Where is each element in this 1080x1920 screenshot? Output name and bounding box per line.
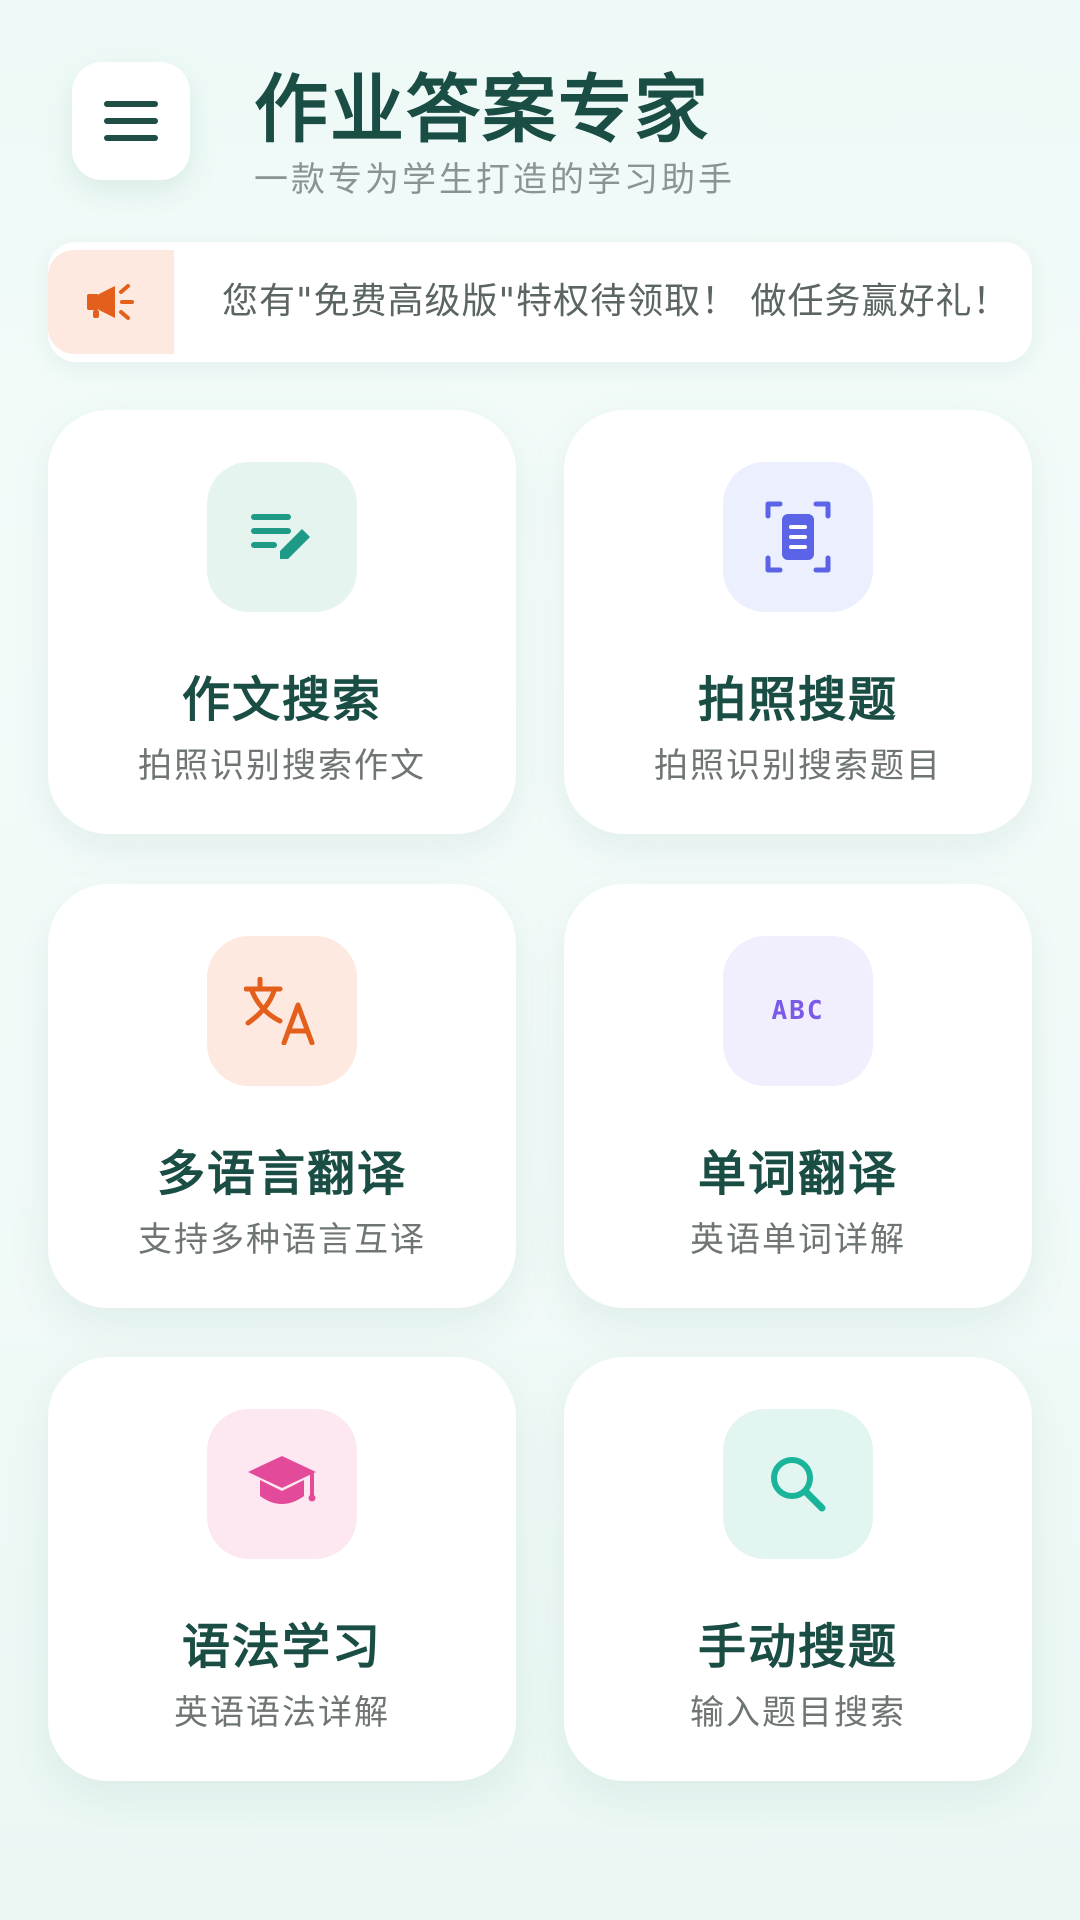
card-description: 英语单词详解 xyxy=(690,1220,906,1260)
card-title: 手动搜题 xyxy=(697,1619,898,1675)
essay-search-card[interactable]: 作文搜索 拍照识别搜索作文 xyxy=(48,410,516,834)
menu-icon xyxy=(104,101,158,141)
graduation-cap-icon xyxy=(248,1456,316,1504)
card-description: 英语语法详解 xyxy=(174,1693,390,1733)
translate-icon-container xyxy=(207,936,357,1086)
app-subtitle: 一款专为学生打造的学习助手 xyxy=(254,160,735,200)
card-title: 单词翻译 xyxy=(697,1146,898,1202)
essay-search-icon-container xyxy=(207,462,357,612)
card-description: 拍照识别搜索作文 xyxy=(138,746,426,786)
search-icon-container xyxy=(723,1409,873,1559)
card-description: 输入题目搜索 xyxy=(690,1693,906,1733)
notice-bar[interactable]: 您有"免费高级版"特权待领取！ 做任务赢好礼！ xyxy=(48,242,1032,362)
essay-edit-icon xyxy=(251,514,310,559)
search-icon xyxy=(771,1457,826,1512)
photo-search-card[interactable]: 拍照搜题 拍照识别搜索题目 xyxy=(564,410,1032,834)
translate-icon xyxy=(244,977,315,1045)
card-description: 支持多种语言互译 xyxy=(138,1220,426,1260)
abc-icon-container: ABC xyxy=(723,936,873,1086)
abc-icon: ABC xyxy=(771,996,825,1026)
scan-document-icon xyxy=(765,501,831,573)
photo-search-icon-container xyxy=(723,462,873,612)
card-description: 拍照识别搜索题目 xyxy=(654,746,942,786)
megaphone-icon xyxy=(87,284,134,320)
card-title: 多语言翻译 xyxy=(156,1146,407,1202)
grammar-study-card[interactable]: 语法学习 英语语法详解 xyxy=(48,1357,516,1781)
word-translate-card[interactable]: ABC 单词翻译 英语单词详解 xyxy=(564,884,1032,1308)
app-title: 作业答案专家 xyxy=(254,67,710,153)
multilingual-translate-card[interactable]: 多语言翻译 支持多种语言互译 xyxy=(48,884,516,1308)
card-title: 语法学习 xyxy=(181,1619,382,1675)
notice-text: 您有"免费高级版"特权待领取！ 做任务赢好礼！ xyxy=(222,281,1010,322)
notice-icon-container xyxy=(48,250,174,354)
card-title: 作文搜索 xyxy=(181,672,382,728)
menu-button[interactable] xyxy=(72,62,190,180)
manual-search-card[interactable]: 手动搜题 输入题目搜索 xyxy=(564,1357,1032,1781)
graduation-cap-icon-container xyxy=(207,1409,357,1559)
card-title: 拍照搜题 xyxy=(697,672,898,728)
